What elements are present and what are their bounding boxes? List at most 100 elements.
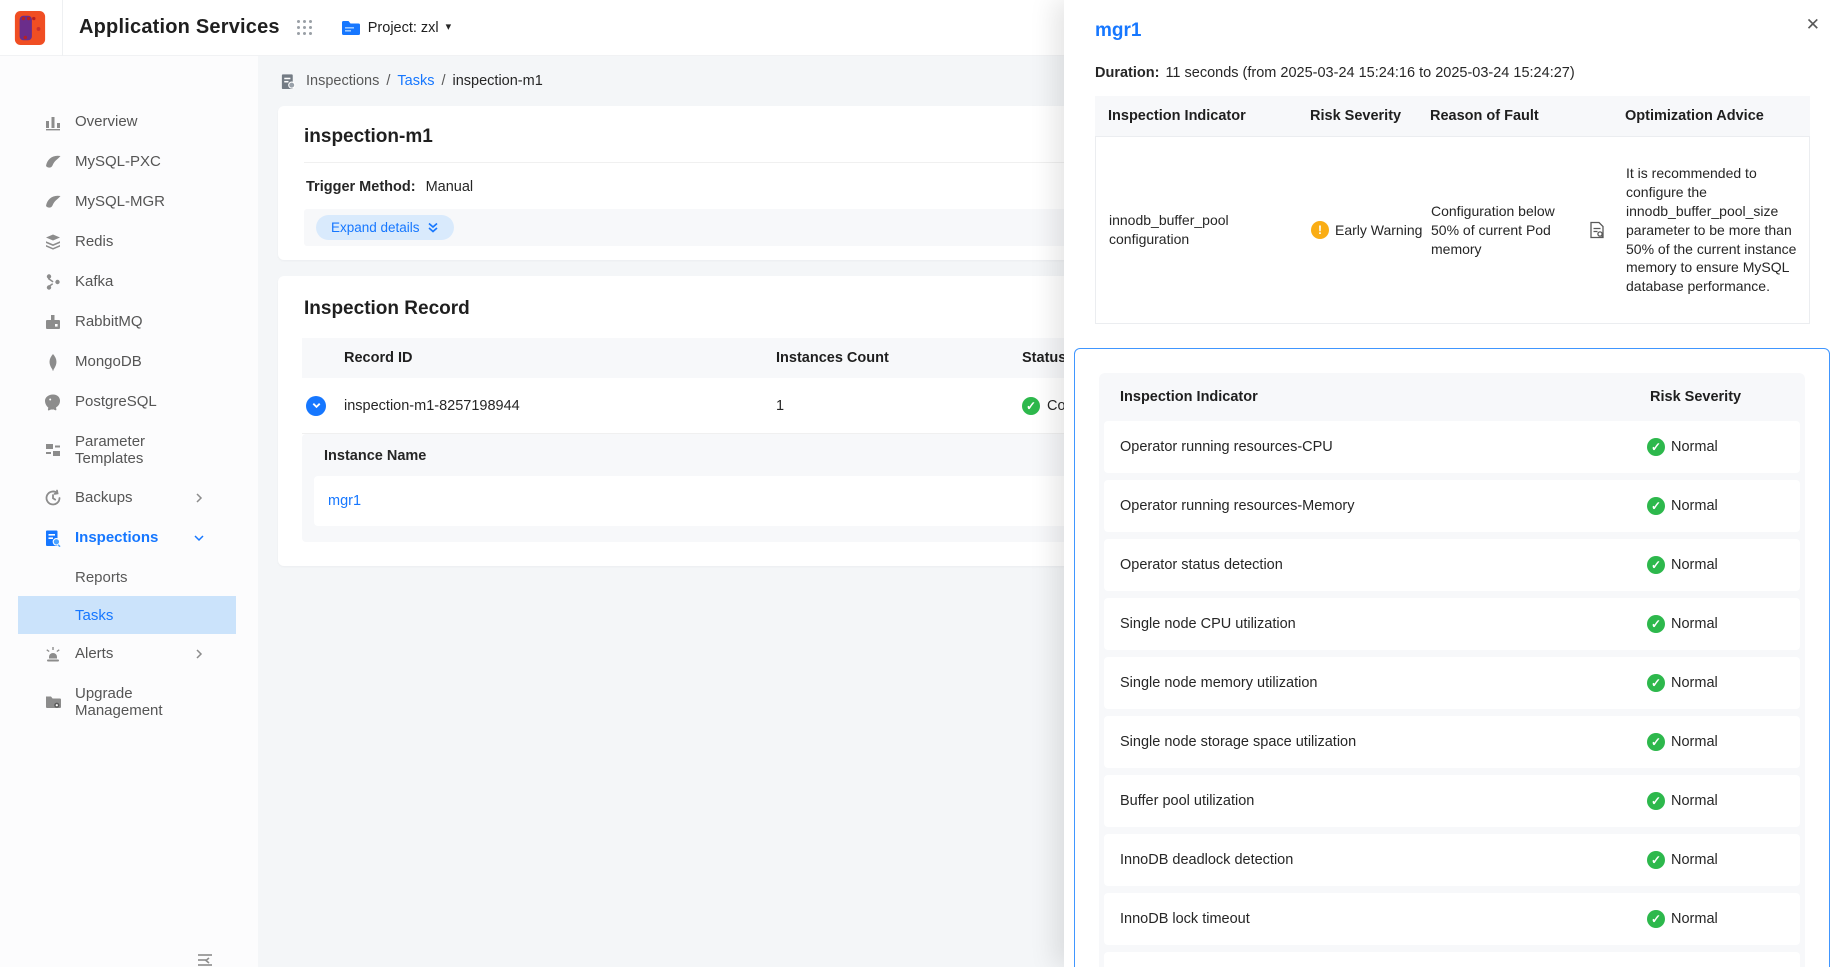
fault-table-header: Inspection Indicator Risk Severity Reaso… (1095, 96, 1810, 136)
sidebar-item-rabbitmq[interactable]: RabbitMQ (0, 302, 258, 342)
sidebar-item-kafka[interactable]: Kafka (0, 262, 258, 302)
parameter-templates-icon (44, 441, 62, 459)
expand-details-button[interactable]: Expand details (316, 215, 454, 240)
mysql-dolphin-icon (44, 153, 62, 171)
breadcrumb-separator: / (441, 73, 445, 89)
collapse-sidebar-icon[interactable] (196, 952, 214, 967)
status-text: Normal (1671, 675, 1718, 691)
column-reason-of-fault: Reason of Fault (1417, 108, 1582, 124)
sidebar-item-label: Inspections (75, 529, 193, 546)
instances-count-cell: 1 (764, 398, 1010, 414)
fault-reason-cell: Configuration below 50% of current Pod m… (1418, 202, 1583, 259)
indicator-row: Operator running resources-Memory ✓Norma… (1104, 480, 1800, 532)
backup-restore-icon (44, 489, 62, 507)
indicator-table: Inspection Indicator Risk Severity Opera… (1099, 373, 1805, 967)
column-inspection-indicator: Inspection Indicator (1120, 389, 1650, 405)
project-selector[interactable]: Project: zxl ▾ (341, 20, 451, 36)
breadcrumb-separator: / (386, 73, 390, 89)
indicator-status: ✓ Normal (1647, 438, 1800, 456)
sidebar-item-mongodb[interactable]: MongoDB (0, 342, 258, 382)
chevron-down-icon (193, 532, 205, 544)
success-check-icon: ✓ (1647, 438, 1665, 456)
sidebar-item-label: PostgreSQL (75, 393, 193, 410)
sidebar-item-mysql-pxc[interactable]: MySQL-PXC (0, 142, 258, 182)
sidebar-item-mysql-mgr[interactable]: MySQL-MGR (0, 182, 258, 222)
breadcrumb-inspections-link[interactable]: Inspections (306, 73, 379, 89)
indicator-row: Operator status detection ✓ Normal (1104, 539, 1800, 591)
sidebar-item-redis[interactable]: Redis (0, 222, 258, 262)
chevron-right-icon (193, 648, 205, 660)
success-check-icon: ✓ (1647, 792, 1665, 810)
inspections-breadcrumb-icon (280, 73, 297, 90)
success-check-icon: ✓ (1647, 615, 1665, 633)
sidebar-item-parameter-templates[interactable]: Parameter Templates (0, 422, 258, 478)
indicator-status: ✓Normal (1647, 497, 1800, 515)
sidebar-item-postgresql[interactable]: PostgreSQL (0, 382, 258, 422)
alert-siren-icon (44, 645, 62, 663)
sidebar-item-label: MySQL-PXC (75, 153, 193, 170)
success-check-icon: ✓ (1647, 556, 1665, 574)
status-text: Normal (1671, 734, 1718, 750)
indicator-row-partial (1104, 952, 1800, 967)
breadcrumb-tasks-link[interactable]: Tasks (397, 73, 434, 89)
duration-row: Duration:11 seconds (from 2025-03-24 15:… (1095, 65, 1810, 81)
status-text: Normal (1671, 439, 1718, 455)
indicator-status: ✓ Normal (1647, 556, 1800, 574)
success-check-icon: ✓ (1647, 910, 1665, 928)
indicator-status: ✓Normal (1647, 615, 1800, 633)
column-inspection-indicator: Inspection Indicator (1095, 108, 1297, 124)
sidebar-item-overview[interactable]: Overview (0, 102, 258, 142)
inspections-icon (44, 529, 62, 547)
duration-label: Duration: (1095, 65, 1159, 81)
instance-name-link[interactable]: mgr1 (328, 493, 361, 509)
sidebar: Overview MySQL-PXC MySQL-MGR Redis Kafka (0, 56, 258, 967)
indicator-label: Operator running resources-Memory (1120, 498, 1647, 514)
status-text: Normal (1671, 498, 1718, 514)
sidebar-subitem-label: Reports (75, 569, 128, 586)
sidebar-item-label: Kafka (75, 273, 193, 290)
sidebar-item-alerts[interactable]: Alerts (0, 634, 258, 674)
sidebar-item-inspections[interactable]: Inspections (0, 518, 258, 558)
sidebar-item-label: MySQL-MGR (75, 193, 193, 210)
application-window: Application Services Project: zxl ▾ (0, 0, 1844, 967)
upgrade-management-icon (44, 693, 62, 711)
warning-icon: ! (1311, 221, 1329, 239)
header-divider (62, 0, 63, 56)
sidebar-item-label: Redis (75, 233, 193, 250)
indicator-row: InnoDB deadlock detection ✓Normal (1104, 834, 1800, 886)
success-check-icon: ✓ (1647, 733, 1665, 751)
sidebar-subitem-label: Tasks (75, 607, 113, 624)
sidebar-item-label: Backups (75, 489, 193, 506)
fault-table: Inspection Indicator Risk Severity Reaso… (1095, 96, 1810, 324)
indicator-label: Single node memory utilization (1120, 675, 1647, 691)
mysql-dolphin-icon (44, 193, 62, 211)
bar-chart-icon (44, 113, 62, 131)
status-text: Normal (1671, 793, 1718, 809)
mongodb-leaf-icon (44, 353, 62, 371)
collapse-row-icon[interactable] (306, 396, 326, 416)
app-title: Application Services (79, 16, 280, 39)
redis-layers-icon (44, 233, 62, 251)
sidebar-item-tasks[interactable]: Tasks (18, 596, 236, 634)
expand-details-label: Expand details (331, 220, 420, 235)
record-id-cell: inspection-m1-8257198944 (332, 398, 764, 414)
status-text: Normal (1671, 557, 1718, 573)
fault-severity-cell: ! Early Warning (1298, 221, 1418, 240)
double-chevron-down-icon (427, 221, 439, 234)
success-check-icon: ✓ (1647, 851, 1665, 869)
sidebar-item-upgrade-management[interactable]: Upgrade Management (0, 674, 258, 730)
indicator-label: Single node storage space utilization (1120, 734, 1647, 750)
indicator-label: InnoDB lock timeout (1120, 911, 1647, 927)
close-icon[interactable]: ✕ (1806, 16, 1820, 33)
indicator-row: InnoDB lock timeout ✓Normal (1104, 893, 1800, 945)
sidebar-item-label: MongoDB (75, 353, 193, 370)
sidebar-item-backups[interactable]: Backups (0, 478, 258, 518)
indicator-row: Single node storage space utilization ✓ N… (1104, 716, 1800, 768)
sidebar-item-label: RabbitMQ (75, 313, 193, 330)
kafka-network-icon (44, 273, 62, 291)
indicator-status: ✓Normal (1647, 910, 1800, 928)
view-report-icon[interactable] (1589, 221, 1613, 239)
indicator-label: Operator status detection (1120, 557, 1647, 573)
sidebar-item-reports[interactable]: Reports (18, 558, 236, 596)
app-launcher-grid-icon[interactable] (296, 19, 313, 36)
